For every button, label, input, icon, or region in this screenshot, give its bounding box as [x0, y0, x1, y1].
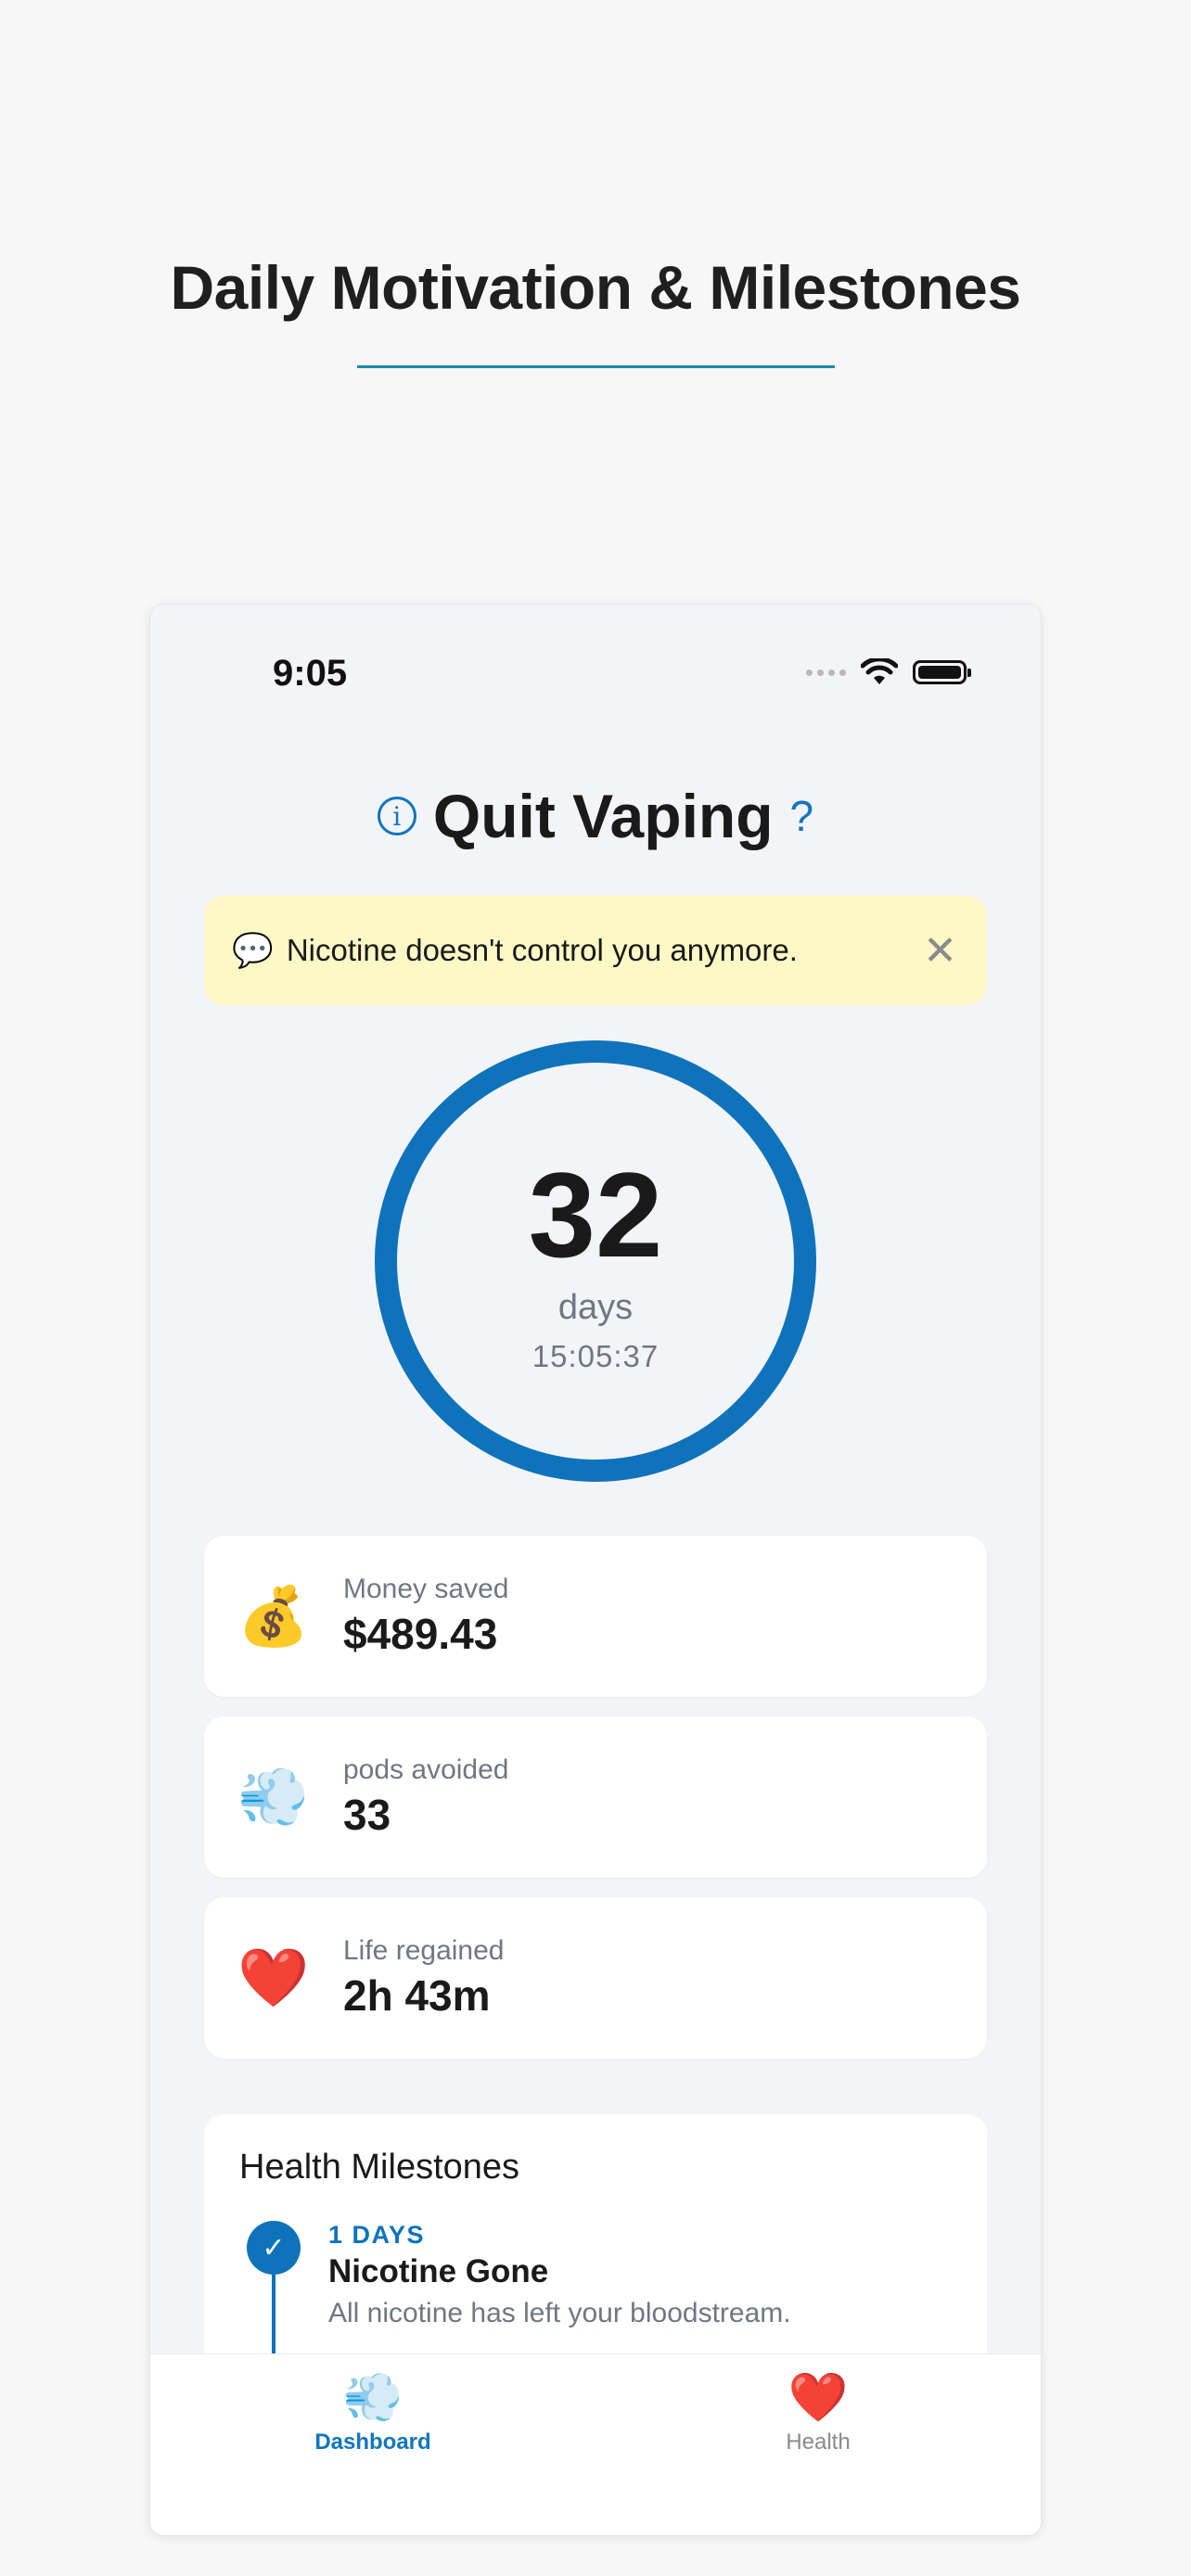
- tab-label: Dashboard: [314, 2429, 431, 2455]
- heart-icon: ❤️: [788, 2371, 849, 2425]
- stat-label: Life regained: [343, 1935, 505, 1966]
- stat-card-life[interactable]: ❤️ Life regained 2h 43m: [204, 1897, 987, 2059]
- speech-bubble-icon: 💬: [232, 931, 274, 969]
- app-header: i Quit Vaping ?: [150, 781, 1041, 851]
- money-bag-icon: 💰: [237, 1584, 310, 1649]
- cellular-signal-icon: [806, 669, 846, 676]
- info-icon[interactable]: i: [377, 797, 416, 835]
- stat-label: pods avoided: [343, 1754, 509, 1785]
- milestone-description: All nicotine has left your bloodstream.: [328, 2298, 791, 2328]
- tab-bar: 💨 Dashboard ❤️ Health: [150, 2353, 1041, 2535]
- page-title: Daily Motivation & Milestones: [170, 253, 1021, 322]
- status-icons: [806, 658, 971, 686]
- wifi-icon: [861, 658, 898, 684]
- tab-health[interactable]: ❤️ Health: [596, 2354, 1041, 2535]
- tab-dashboard[interactable]: 💨 Dashboard: [150, 2354, 596, 2535]
- days-label: days: [557, 1287, 634, 1327]
- days-count: 32: [528, 1146, 663, 1282]
- milestone-tag: 1 DAYS: [328, 2221, 426, 2249]
- status-time: 9:05: [273, 653, 348, 694]
- milestones-title: Health Milestones: [239, 2148, 520, 2187]
- tab-label: Health: [786, 2429, 851, 2455]
- milestone-item[interactable]: ✓ 1 DAYS Nicotine Gone All nicotine has …: [239, 2221, 952, 2404]
- phone-frame: 9:05 i Quit Vaping ? 💬 Nicotine doesn't …: [150, 605, 1041, 2535]
- stat-label: Money saved: [343, 1574, 509, 1604]
- stat-card-pods[interactable]: 💨 pods avoided 33: [204, 1716, 987, 1878]
- vapor-cloud-icon: 💨: [342, 2371, 403, 2425]
- elapsed-time: 15:05:37: [531, 1338, 660, 1373]
- checkmark-icon: ✓: [247, 2221, 301, 2275]
- days-counter-ring: 32 days 15:05:37: [375, 1040, 816, 1482]
- battery-icon: [913, 660, 971, 684]
- app-title: Quit Vaping: [432, 782, 774, 850]
- title-underline: [357, 365, 835, 368]
- help-icon[interactable]: ?: [790, 791, 814, 841]
- stat-card-money[interactable]: 💰 Money saved $489.43: [204, 1536, 987, 1697]
- motivation-banner: 💬 Nicotine doesn't control you anymore. …: [204, 896, 987, 1005]
- motivation-text: Nicotine doesn't control you anymore.: [286, 933, 798, 967]
- vapor-cloud-icon: 💨: [237, 1765, 310, 1830]
- stat-value: 2h 43m: [343, 1971, 491, 2020]
- milestone-name: Nicotine Gone: [328, 2253, 549, 2289]
- stat-value: 33: [343, 1791, 391, 1839]
- stat-value: $489.43: [343, 1610, 498, 1658]
- heart-icon: ❤️: [237, 1945, 310, 2010]
- close-icon[interactable]: ✕: [923, 927, 957, 975]
